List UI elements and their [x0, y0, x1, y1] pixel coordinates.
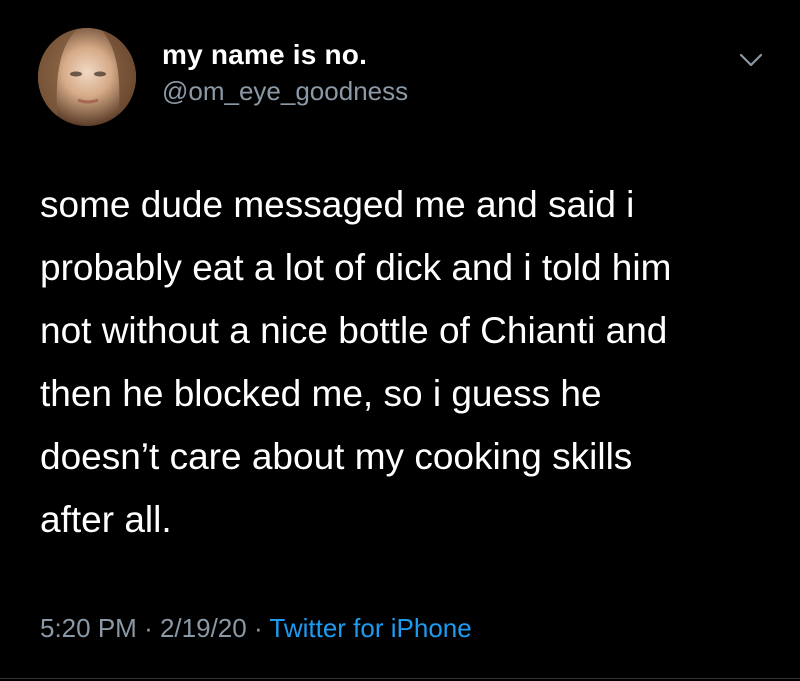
- tweet-text-line: then he blocked me, so i guess he: [40, 373, 602, 414]
- meta-separator: ·: [253, 613, 263, 643]
- avatar[interactable]: [38, 28, 136, 126]
- meta-separator: ·: [144, 613, 153, 643]
- tweet-text-line: some dude messaged me and said i: [40, 184, 635, 225]
- tweet-card: my name is no. @om_eye_goodness some dud…: [0, 0, 800, 681]
- divider: [0, 678, 800, 679]
- tweet-text: some dude messaged me and said i probabl…: [40, 173, 770, 551]
- tweet-text-line: not without a nice bottle of Chianti and: [40, 310, 668, 351]
- tweet-text-line: doesn’t care about my cooking skills: [40, 436, 633, 477]
- tweet-date[interactable]: 2/19/20: [160, 613, 247, 643]
- avatar-photo: [38, 28, 136, 126]
- chevron-down-icon[interactable]: [735, 44, 767, 76]
- tweet-meta: 5:20 PM · 2/19/20 · Twitter for iPhone: [40, 613, 472, 644]
- tweet-text-line: probably eat a lot of dick and i told hi…: [40, 247, 672, 288]
- tweet-time[interactable]: 5:20 PM: [40, 613, 137, 643]
- tweet-text-line: after all.: [40, 499, 172, 540]
- tweet-source-link[interactable]: Twitter for iPhone: [269, 613, 471, 643]
- display-name[interactable]: my name is no.: [162, 39, 367, 71]
- user-handle[interactable]: @om_eye_goodness: [162, 76, 408, 107]
